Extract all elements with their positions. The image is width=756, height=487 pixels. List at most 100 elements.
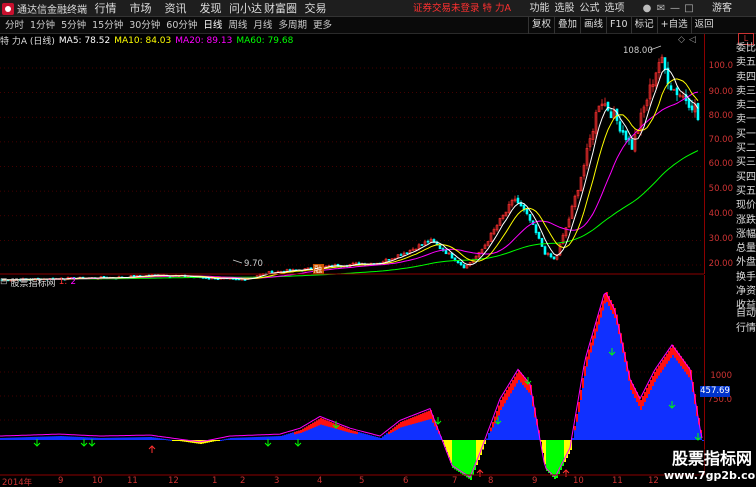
maximize-icon[interactable]: □: [682, 2, 696, 16]
indicator-bar: [32, 436, 34, 440]
indicator-bar: [602, 300, 604, 440]
menu-item-trade[interactable]: 交易: [298, 0, 333, 17]
auto-quote-toggle[interactable]: 自动 行情: [736, 306, 756, 336]
price-tick: 30.00: [708, 234, 733, 244]
mail-icon[interactable]: ✉: [654, 2, 668, 16]
indicator-bar-top: [308, 425, 310, 430]
indicator-bar: [64, 436, 66, 440]
field-outer-volume: 外盘: [736, 257, 756, 269]
candle-body: [624, 130, 628, 141]
candle-body: [525, 208, 529, 215]
ma5-line: [1, 68, 699, 281]
tab-period-15min[interactable]: 15分钟: [89, 17, 126, 34]
menu-item-assistant[interactable]: 问小达: [228, 0, 263, 17]
tool-draw-button[interactable]: 画线: [580, 17, 606, 34]
indicator-bar-top: [310, 424, 312, 429]
guest-label[interactable]: 游客: [712, 0, 732, 17]
date-tick: 8: [488, 476, 494, 486]
indicator-bar: [290, 433, 292, 440]
tab-period-multi[interactable]: 多周期: [275, 17, 310, 34]
indicator-name[interactable]: 股票指标网: [11, 276, 56, 289]
indicator-bar: [218, 440, 220, 441]
indicator-bar-top: [588, 349, 590, 360]
menu-item-formula[interactable]: 公式: [577, 0, 602, 17]
indicator-bar: [376, 436, 378, 440]
candle-body: [462, 264, 466, 269]
candle-body: [690, 105, 694, 111]
settings-icon[interactable]: ◇: [678, 35, 685, 46]
field-ask1: 卖一: [736, 114, 756, 126]
indicator-bar-top: [494, 416, 496, 424]
indicator-bar-top: [318, 419, 320, 426]
event-marker[interactable]: 融: [313, 264, 324, 274]
watermark-url: www.7gp2b.com: [664, 469, 756, 482]
field-price: 现价: [736, 200, 756, 212]
minimize-icon[interactable]: —: [668, 2, 682, 16]
indicator-bar: [14, 437, 16, 440]
tab-period-intraday[interactable]: 分时: [2, 17, 27, 34]
menu-item-quotes[interactable]: 行情: [88, 0, 123, 17]
user-icon[interactable]: ●: [640, 2, 654, 16]
indicator-bar: [552, 440, 554, 477]
tab-period-daily[interactable]: 日线: [200, 17, 225, 34]
indicator-bar-top: [576, 414, 578, 422]
date-axis: 2014年 9 10 11 12 1 2 3 4 5 6 7 8 9 10 11…: [0, 476, 704, 487]
tool-back-button[interactable]: 返回: [690, 17, 717, 34]
indicator-axis: 1000 750.0: [704, 275, 736, 475]
tab-period-weekly[interactable]: 周线: [225, 17, 250, 34]
menu-item-wealth[interactable]: 财富圈: [263, 0, 298, 17]
menu-item-news[interactable]: 资讯: [158, 0, 193, 17]
menu-item-market[interactable]: 市场: [123, 0, 158, 17]
indicator-menu-icon[interactable]: ⊟: [0, 277, 8, 287]
tab-period-60min[interactable]: 60分钟: [163, 17, 200, 34]
candle-body: [609, 111, 613, 119]
field-ask4: 卖四: [736, 71, 756, 83]
indicator-bar: [588, 349, 590, 440]
indicator-bar: [176, 440, 178, 441]
collapse-icon[interactable]: ◁: [689, 35, 696, 46]
indicator-bar: [6, 437, 8, 440]
indicator-bar: [12, 437, 14, 440]
indicator-bar-top: [586, 356, 588, 367]
indicator-bar: [364, 433, 366, 440]
tab-period-5min[interactable]: 5分钟: [58, 17, 89, 34]
indicator-bar: [358, 432, 360, 440]
login-status[interactable]: 证券交易未登录 特 力A: [413, 0, 511, 17]
candle-body: [207, 277, 211, 280]
tool-f10-button[interactable]: F10: [606, 17, 631, 34]
indicator-bar: [180, 440, 182, 442]
indicator-bar: [42, 436, 44, 440]
indicator-bar: [98, 437, 100, 440]
indicator-bar-top: [326, 420, 328, 427]
menu-item-options[interactable]: 选项: [602, 0, 627, 17]
field-ask2: 卖二: [736, 100, 756, 112]
tab-period-30min[interactable]: 30分钟: [126, 17, 163, 34]
indicator-bar-top: [352, 430, 354, 434]
quote-side-panel: L 委比 卖五 卖四 卖三 卖二 卖一 买一 买二 买三 买四 买五 现价 涨跌…: [736, 33, 756, 487]
tool-mark-button[interactable]: 标记: [630, 17, 657, 34]
menu-item-functions[interactable]: 功能: [527, 0, 552, 17]
menu-item-stock-picker[interactable]: 选股: [552, 0, 577, 17]
tool-adjust-button[interactable]: 复权: [528, 17, 554, 34]
indicator-bar-top: [356, 431, 358, 435]
menu-item-discover[interactable]: 发现: [193, 0, 228, 17]
indicator-bar-top: [414, 416, 416, 424]
indicator-bar: [460, 440, 462, 474]
stock-title[interactable]: 特 力A (日线): [0, 34, 55, 47]
indicator-bar-top: [670, 347, 672, 358]
tool-overlay-button[interactable]: 叠加: [554, 17, 580, 34]
indicator-bar-top: [422, 413, 424, 422]
sub-indicator-area: [0, 292, 704, 480]
kline-chart[interactable]: 108.00 9.70 融: [0, 0, 704, 487]
indicator-bar: [112, 437, 114, 440]
tab-period-1min[interactable]: 1分钟: [27, 17, 58, 34]
tab-period-more[interactable]: 更多: [310, 17, 335, 34]
tool-watchlist-button[interactable]: +自选: [656, 17, 691, 34]
indicator-bar: [116, 437, 118, 440]
indicator-bar: [214, 440, 216, 442]
tab-period-monthly[interactable]: 月线: [250, 17, 275, 34]
indicator-bar: [162, 438, 164, 440]
indicator-bar: [270, 436, 272, 440]
indicator-bar: [4, 437, 6, 440]
indicator-bar: [488, 433, 490, 440]
